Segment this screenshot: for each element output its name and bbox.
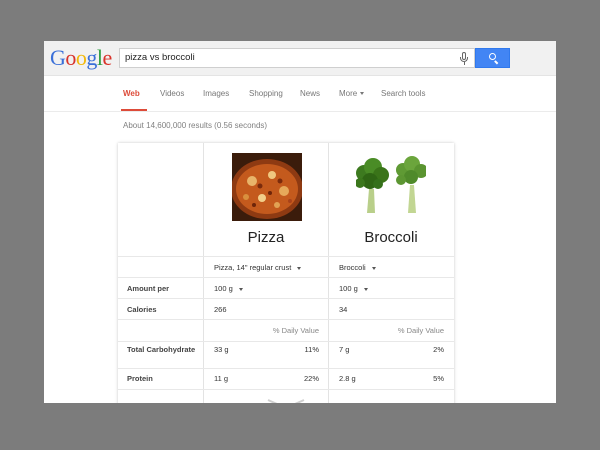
tab-more-label: More xyxy=(339,89,358,98)
expand-chevron-icon[interactable] xyxy=(266,397,306,403)
serving-select-pizza[interactable]: Pizza, 14" regular crust xyxy=(214,263,302,272)
chevron-down-icon xyxy=(360,92,365,96)
amount-select-label: 100 g xyxy=(339,284,358,293)
protein-dv-broccoli: 5% xyxy=(433,374,444,383)
search-header: Google pizza vs broccoli xyxy=(44,41,556,76)
logo-letter: g xyxy=(86,45,97,70)
amount-select-pizza[interactable]: 100 g xyxy=(214,284,243,293)
total-carbohydrate-label: Total Carbohydrate xyxy=(127,345,196,354)
browser-window: Google pizza vs broccoli Web Videos Imag… xyxy=(44,41,556,403)
search-query-text: pizza vs broccoli xyxy=(125,52,195,63)
daily-value-header-broccoli: % Daily Value xyxy=(397,326,444,335)
amount-select-broccoli[interactable]: 100 g xyxy=(339,284,368,293)
broccoli-image[interactable] xyxy=(355,153,428,221)
tab-images[interactable]: Images xyxy=(203,89,229,98)
result-stats: About 14,600,000 results (0.56 seconds) xyxy=(123,121,268,130)
microphone-icon[interactable] xyxy=(460,52,468,65)
carbs-amount-broccoli: 7 g xyxy=(339,345,350,354)
tab-search-tools[interactable]: Search tools xyxy=(381,89,425,98)
logo-letter: o xyxy=(65,45,76,70)
calories-broccoli: 34 xyxy=(339,305,348,314)
active-tab-indicator xyxy=(121,109,147,111)
carbs-dv-pizza: 11% xyxy=(304,345,319,354)
pizza-image[interactable] xyxy=(232,153,302,221)
chevron-down-icon xyxy=(297,266,302,270)
protein-label: Protein xyxy=(127,374,153,383)
logo-letter: e xyxy=(102,45,113,70)
food-name-pizza: Pizza xyxy=(247,229,285,246)
protein-amount-broccoli: 2.8 g xyxy=(339,374,356,383)
nutrition-comparison-card: Pizza Broccoli Pizza, 14" regular crust … xyxy=(118,143,454,403)
carbs-dv-broccoli: 2% xyxy=(433,345,444,354)
chevron-down-icon xyxy=(238,287,243,291)
tab-shopping[interactable]: Shopping xyxy=(249,89,283,98)
protein-dv-pizza: 22% xyxy=(303,374,319,383)
food-name-broccoli: Broccoli xyxy=(364,229,418,246)
tab-web[interactable]: Web xyxy=(123,89,140,98)
amount-select-label: 100 g xyxy=(214,284,233,293)
serving-select-label: Broccoli xyxy=(339,263,366,272)
chevron-down-icon xyxy=(371,266,376,270)
calories-pizza: 266 xyxy=(214,305,227,314)
logo-letter: o xyxy=(75,45,87,70)
calories-label: Calories xyxy=(127,305,157,314)
tab-videos[interactable]: Videos xyxy=(160,89,184,98)
serving-select-broccoli[interactable]: Broccoli xyxy=(339,263,376,272)
chevron-down-icon xyxy=(363,287,368,291)
search-tabs: Web Videos Images Shopping News More Sea… xyxy=(44,76,556,112)
protein-amount-pizza: 11 g xyxy=(214,374,229,383)
search-input[interactable]: pizza vs broccoli xyxy=(119,48,475,68)
logo-letter: G xyxy=(50,45,66,70)
amount-per-label: Amount per xyxy=(127,284,170,293)
serving-select-label: Pizza, 14" regular crust xyxy=(214,263,292,272)
google-logo[interactable]: Google xyxy=(50,45,112,71)
daily-value-header-pizza: % Daily Value xyxy=(272,326,319,335)
search-button[interactable] xyxy=(475,48,510,68)
tab-news[interactable]: News xyxy=(300,89,320,98)
carbs-amount-pizza: 33 g xyxy=(214,345,229,354)
tab-more[interactable]: More xyxy=(339,89,365,98)
